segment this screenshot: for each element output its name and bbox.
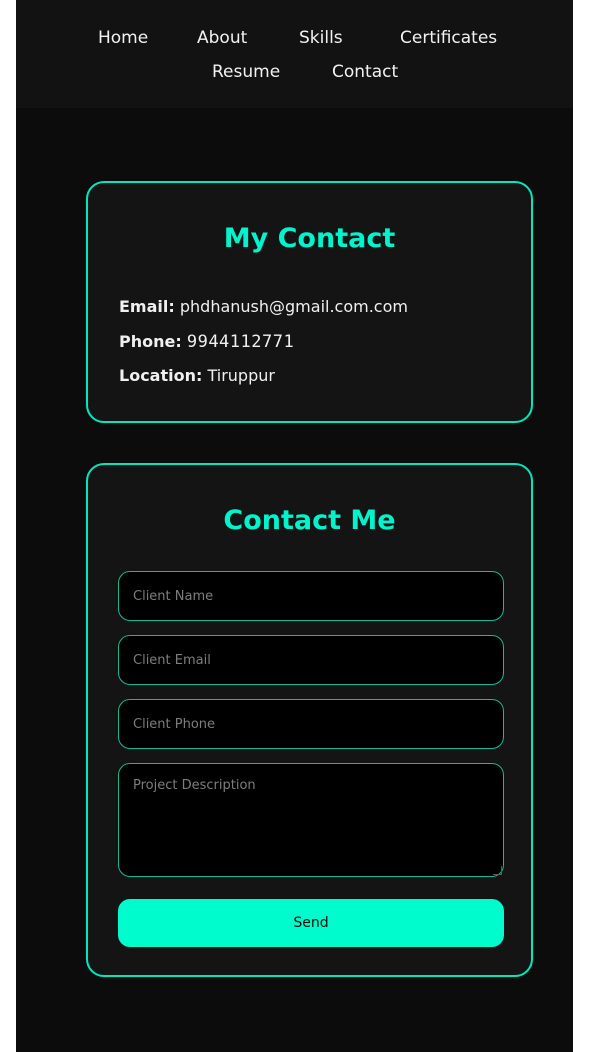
send-button[interactable]: Send	[118, 899, 504, 947]
my-contact-card: My Contact Email: phdhanush@gmail.com.co…	[86, 181, 533, 423]
location-value: Tiruppur	[207, 366, 275, 385]
client-name-input[interactable]	[118, 571, 504, 621]
location-line: Location: Tiruppur	[119, 366, 275, 386]
location-label: Location:	[119, 366, 203, 385]
nav-link-resume[interactable]: Resume	[212, 62, 280, 82]
client-email-input[interactable]	[118, 635, 504, 685]
email-value: phdhanush@gmail.com.com	[179, 297, 408, 316]
contact-form-card: Contact Me Send	[86, 463, 533, 977]
phone-value: 9944112771	[186, 332, 295, 352]
contact-form-title: Contact Me	[223, 505, 396, 536]
phone-label: Phone:	[119, 332, 182, 351]
email-line: Email: phdhanush@gmail.com.com	[119, 297, 408, 317]
page: Home About Skills Certificates Resume Co…	[16, 0, 573, 1052]
navbar: Home About Skills Certificates Resume Co…	[16, 0, 573, 108]
resize-grip-icon[interactable]	[493, 866, 502, 875]
nav-link-skills[interactable]: Skills	[299, 28, 343, 48]
phone-line: Phone: 9944112771	[119, 332, 294, 352]
email-label: Email:	[119, 297, 175, 316]
nav-link-home[interactable]: Home	[98, 28, 148, 48]
client-phone-input[interactable]	[118, 699, 504, 749]
nav-link-contact[interactable]: Contact	[332, 62, 398, 82]
nav-link-certificates[interactable]: Certificates	[400, 28, 497, 48]
project-description-textarea[interactable]	[118, 763, 504, 877]
my-contact-title: My Contact	[223, 223, 396, 254]
nav-link-about[interactable]: About	[197, 28, 247, 48]
